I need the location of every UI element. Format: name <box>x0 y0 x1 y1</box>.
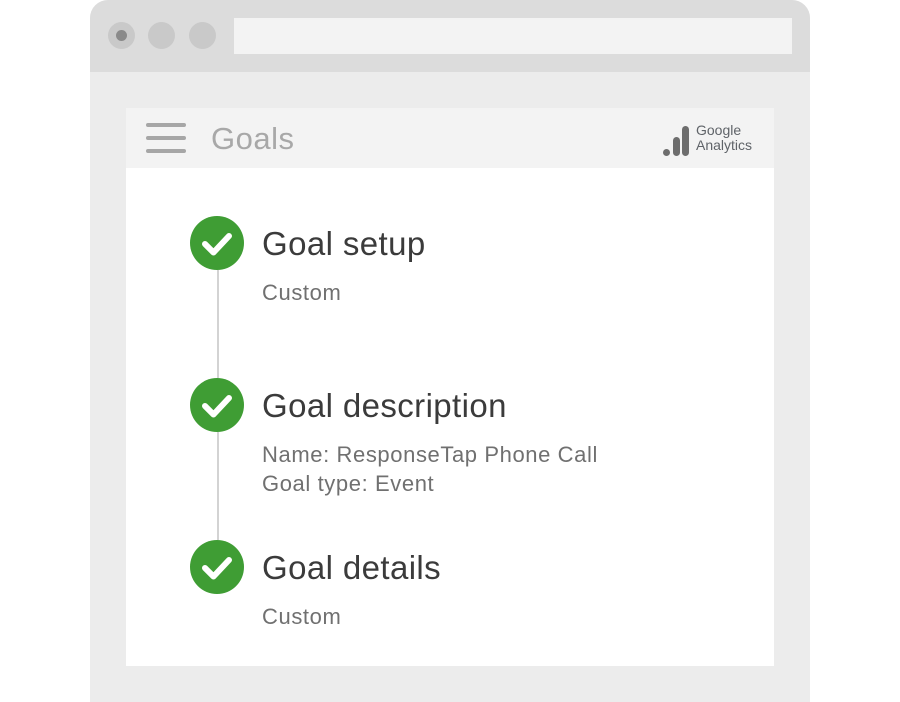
step-detail-text: Custom <box>262 280 342 305</box>
step-detail-text: Custom <box>262 604 342 629</box>
window-titlebar <box>90 0 810 72</box>
page-title: Goals <box>211 121 295 156</box>
window-close-button[interactable] <box>108 22 135 49</box>
step-connector <box>217 432 219 540</box>
goal-name-text: Name: ResponseTap Phone Call <box>262 442 598 467</box>
app-header: Goals Google Analytics <box>126 108 774 168</box>
menu-icon[interactable] <box>146 123 186 153</box>
logo-text-google: Google <box>696 122 742 138</box>
step-title: Goal details <box>262 549 442 586</box>
step-title: Goal description <box>262 387 507 424</box>
check-icon <box>190 540 244 594</box>
google-analytics-logo: Google Analytics <box>662 123 762 157</box>
address-bar[interactable] <box>234 18 792 54</box>
window-minimize-button[interactable] <box>148 22 175 49</box>
step-title: Goal setup <box>262 225 426 262</box>
check-icon <box>190 378 244 432</box>
app-panel: Goals Google Analytics Goal setup Custom… <box>126 108 774 666</box>
analytics-bars-icon <box>663 126 689 156</box>
check-icon <box>190 216 244 270</box>
step-connector <box>217 270 219 378</box>
browser-window: Goals Google Analytics Goal setup Custom… <box>90 0 810 702</box>
logo-text-analytics: Analytics <box>696 137 753 153</box>
window-maximize-button[interactable] <box>189 22 216 49</box>
goal-type-text: Goal type: Event <box>262 471 435 496</box>
